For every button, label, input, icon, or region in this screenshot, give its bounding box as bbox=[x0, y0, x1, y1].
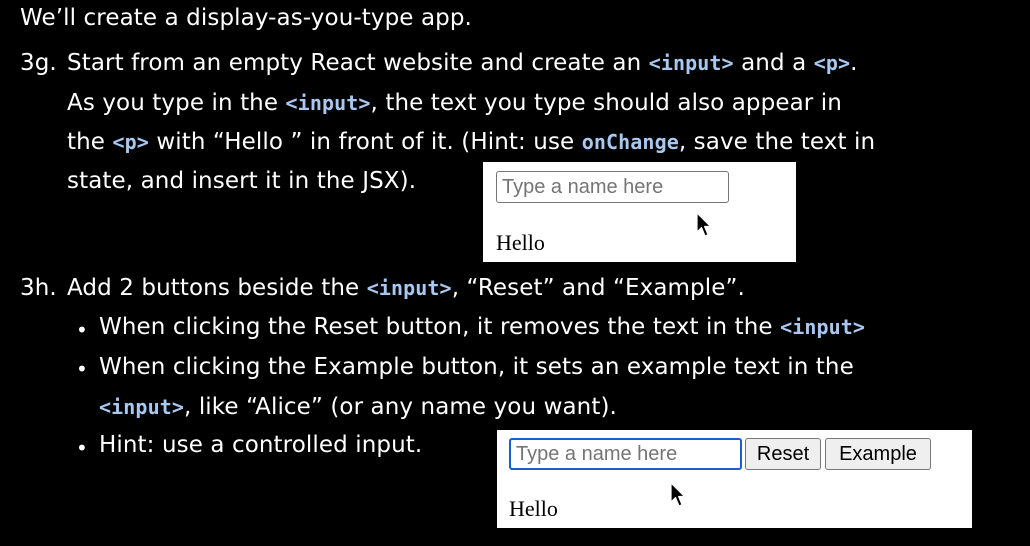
code-input-tag: <input> bbox=[648, 51, 734, 75]
code-p-tag: <p> bbox=[813, 51, 851, 75]
code-input-tag: <input> bbox=[366, 276, 452, 300]
demo-2-name-input[interactable] bbox=[509, 438, 742, 470]
code-input-tag: <input> bbox=[780, 315, 866, 339]
intro-line: We’ll create a display-as-you-type app. bbox=[20, 5, 472, 31]
reset-button[interactable]: Reset bbox=[745, 438, 821, 470]
example-button[interactable]: Example bbox=[825, 438, 931, 470]
step-3h-line-1: Add 2 buttons beside the <input>, “Reset… bbox=[67, 275, 745, 301]
code-p-tag: <p> bbox=[112, 130, 149, 154]
step-3h-bullet-3: Hint: use a controlled input. bbox=[99, 432, 423, 458]
step-3g-text: with “Hello ” in front of it. (Hint: use bbox=[148, 129, 582, 155]
demo-2-panel: Reset Example Hello bbox=[497, 430, 972, 528]
demo-1-hello-text: Hello bbox=[496, 230, 545, 255]
step-3h-number: 3h. bbox=[20, 275, 57, 301]
step-3h-bullet-2-line-1: When clicking the Example button, it set… bbox=[99, 354, 854, 380]
code-input-tag: <input> bbox=[99, 395, 184, 419]
step-3h-bullet-2-line-2: <input>, like “Alice” (or any name you w… bbox=[99, 394, 617, 420]
step-3g-line-4: state, and insert it in the JSX). bbox=[67, 168, 417, 194]
step-3g-line-2: As you type in the <input>, the text you… bbox=[67, 90, 842, 116]
code-onchange: onChange bbox=[581, 130, 679, 154]
step-3g-line-1: Start from an empty React website and cr… bbox=[67, 50, 858, 76]
mouse-cursor-icon bbox=[670, 482, 686, 507]
step-3h-text: When clicking the Reset button, it remov… bbox=[99, 314, 781, 340]
code-input-tag: <input> bbox=[285, 91, 371, 115]
step-3g-text: As you type in the bbox=[67, 90, 286, 116]
step-3h-text: Add 2 buttons beside the bbox=[67, 275, 367, 301]
step-3g-text: , the text you type should also appear i… bbox=[370, 90, 842, 116]
step-3g-text: , save the text in bbox=[678, 129, 876, 155]
step-3h-text: , “Reset” and “Example”. bbox=[451, 275, 745, 301]
step-3g-text: the bbox=[67, 129, 113, 155]
demo-1-panel: Hello bbox=[483, 162, 796, 262]
step-3g-text: and a bbox=[733, 50, 814, 76]
step-3g-text: Start from an empty React website and cr… bbox=[67, 50, 649, 76]
step-3g-line-3: the <p> with “Hello ” in front of it. (H… bbox=[67, 129, 875, 155]
step-3g-text: . bbox=[850, 50, 858, 76]
mouse-cursor-icon bbox=[696, 212, 712, 237]
bullet-1: • bbox=[76, 318, 88, 342]
demo-1-name-input[interactable] bbox=[496, 171, 729, 203]
step-3h-text: , like “Alice” (or any name you want). bbox=[184, 394, 617, 420]
bullet-2: • bbox=[76, 357, 88, 381]
demo-2-hello-text: Hello bbox=[509, 496, 558, 521]
bullet-3: • bbox=[76, 436, 88, 460]
step-3g-number: 3g. bbox=[20, 50, 57, 76]
step-3h-bullet-1: When clicking the Reset button, it remov… bbox=[99, 314, 865, 340]
